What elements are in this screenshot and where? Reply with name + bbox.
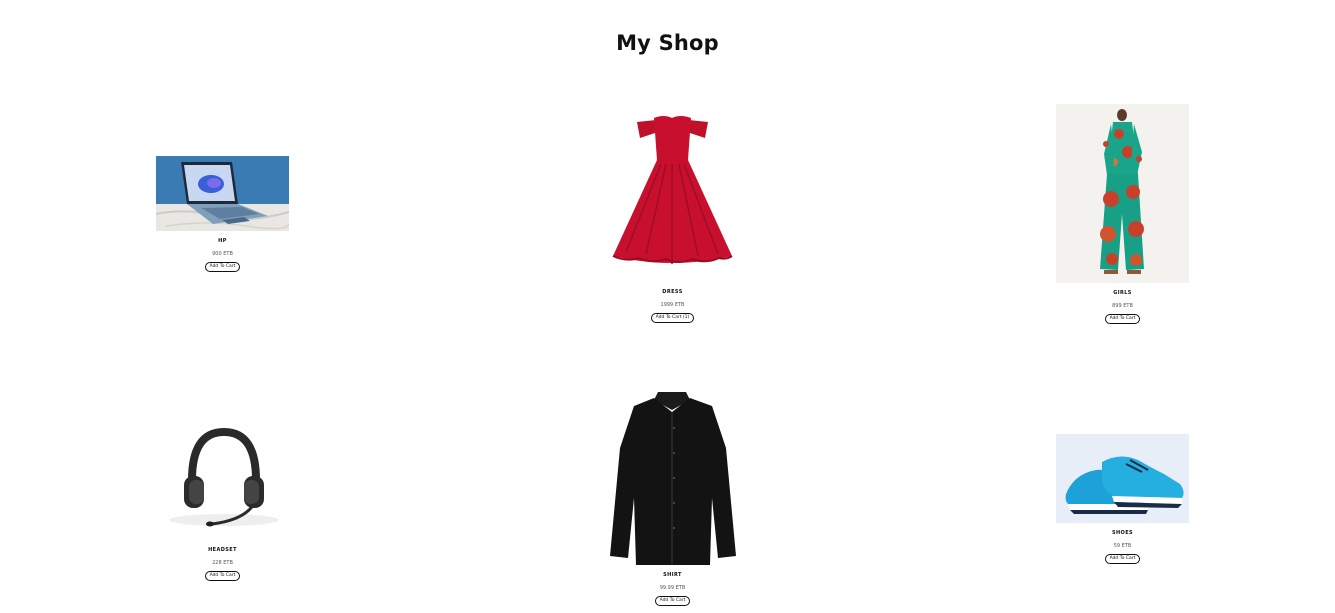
product-price: 1999 ETB (660, 302, 685, 308)
add-to-cart-button[interactable]: Add To Cart (1104, 554, 1141, 564)
product-name: SHIRT (663, 572, 682, 578)
product-card-shoes: SHOES 59 ETB Add To Cart (1056, 434, 1189, 564)
page-title: My Shop (616, 31, 719, 55)
product-name: HP (218, 238, 227, 244)
product-price: 99.99 ETB (659, 585, 686, 591)
headset-image (156, 420, 289, 540)
product-price: 59 ETB (1113, 543, 1132, 549)
product-card-hp: HP 900 ETB Add To Cart (156, 156, 289, 272)
product-name: DRESS (662, 289, 683, 295)
product-name: SHOES (1111, 530, 1134, 536)
add-to-cart-button[interactable]: Add To Cart (204, 571, 241, 581)
product-name: GIRLS (1113, 290, 1132, 296)
black-shirt-image (606, 388, 739, 565)
product-name: HEADSET (208, 547, 237, 553)
add-to-cart-button[interactable]: Add To Cart (1104, 314, 1141, 324)
product-card-dress: DRESS 1999 ETB Add To Cart (1) (606, 104, 739, 323)
add-to-cart-button[interactable]: Add To Cart (1) (650, 313, 695, 323)
blue-sneakers-image (1056, 434, 1189, 523)
add-to-cart-button[interactable]: Add To Cart (654, 596, 691, 606)
add-to-cart-button[interactable]: Add To Cart (204, 262, 241, 272)
product-price: 899 ETB (1112, 303, 1133, 309)
product-price: 228 ETB (212, 560, 233, 566)
laptop-image (156, 156, 289, 231)
product-card-headset: HEADSET 228 ETB Add To Cart (156, 420, 289, 581)
product-price: 900 ETB (212, 251, 233, 257)
patterned-outfit-image (1056, 104, 1189, 283)
product-card-shirt: SHIRT 99.99 ETB Add To Cart (606, 388, 739, 606)
red-dress-image (606, 104, 739, 282)
product-card-girls: GIRLS 899 ETB Add To Cart (1056, 104, 1189, 324)
